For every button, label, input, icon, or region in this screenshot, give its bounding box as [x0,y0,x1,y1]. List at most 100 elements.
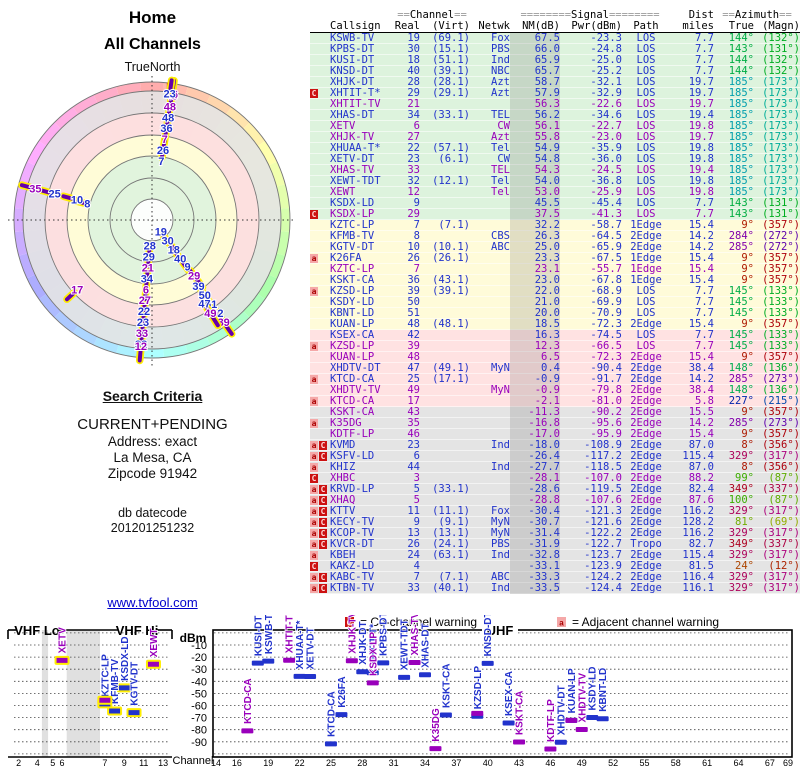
dbm-tick-label: -70 [191,713,207,725]
true-azimuth-cell: 185° [728,77,754,88]
distance-cell: 7.7 [695,286,714,297]
station-label: K26FA [337,676,348,707]
magnetic-azimuth-cell: (132°) [762,55,800,66]
real-channel-cell: 35 [407,418,420,429]
virtual-channel-cell [420,231,470,242]
station-label: KSKT-CA [515,691,526,735]
magnetic-azimuth-cell: (317°) [762,572,800,583]
true-azimuth-cell: 8° [741,440,754,451]
uhf-tick-label: 40 [483,758,493,768]
nm-cell: -32.8 [510,550,560,561]
true-azimuth-cell: 9° [741,220,754,231]
real-channel-cell: 3 [413,473,420,484]
nm-cell: 20.0 [510,308,560,319]
uhf-tick-label: 19 [263,758,273,768]
path-cell: LOS [636,55,656,66]
virtual-channel-cell [420,165,470,176]
distance-cell: 19.7 [688,132,714,143]
warn-cell: a [310,374,330,385]
station-label: K35DG [431,708,442,742]
magnetic-azimuth-cell: (69°) [768,517,800,528]
path-cell: 2Edge [630,517,662,528]
real-channel-cell: 25 [407,374,420,385]
magnetic-azimuth-cell: (173°) [762,165,800,176]
adjacent-warning-badge: a [310,452,318,461]
virtual-channel-cell: (12.1) [432,176,470,187]
callsign-cell: KTCD-CA [330,396,375,407]
virtual-channel-cell [420,407,470,418]
real-channel-cell: 24 [407,550,420,561]
group-dist: Dist [688,9,714,21]
station-label: XHJK-TV [347,615,358,654]
uhf-tick-label: 52 [608,758,618,768]
table-row: KFMB-TV 8 CBS 26.3 -64.5 2Edge 14.2 284° (272°) [310,231,800,242]
signal-bar [107,706,123,716]
distance-cell: 14.2 [688,418,714,429]
table-row: XHJK-DT 28 (28.1) Azt 58.7 -32.1 LOS 19.7 185° (1… [310,77,800,88]
network-cell: Ind [491,55,510,66]
true-azimuth-cell: 329° [728,506,754,517]
distance-cell: 19.7 [688,88,714,99]
nm-cell: -16.8 [510,418,560,429]
callsign-cell: XHJK-TV [330,132,375,143]
station-label: XHAS-TV [410,615,421,656]
callsign-cell: KBEH [330,550,356,561]
signal-bar [575,726,588,732]
signal-bar [366,680,379,686]
distance-cell: 7.7 [695,330,714,341]
network-cell [470,561,510,572]
group-azimuth: ==Azimuth== [722,9,792,21]
warn-cell: aC [310,506,330,517]
power-cell: -122.7 [584,539,622,550]
network-cell: PBS [491,44,510,55]
callsign-cell: KSFV-LD [330,451,375,462]
nm-cell: 32.2 [510,220,560,231]
distance-cell: 7.7 [695,44,714,55]
path-cell: 2Edge [630,462,662,473]
uhf-tick-label: 22 [295,758,305,768]
tvfool-link[interactable]: www.tvfool.com [107,595,197,610]
distance-cell: 115.4 [682,451,714,462]
table-row: XEWT-TDT 32 (12.1) Tel 54.0 -36.8 LOS 19.8 185° (… [310,176,800,187]
table-row: KZTC-LP 7 23.1 -55.7 1Edge 15.4 9° (357°) [310,264,800,275]
real-channel-cell: 28 [407,77,420,88]
dbm-tick-label: -60 [191,701,207,713]
callsign-cell: XHAS-TV [330,165,375,176]
network-cell [470,319,510,330]
true-azimuth-cell: 329° [728,583,754,594]
table-row: a KHIZ 44 Ind -27.7 -118.5 2Edge 87.0 8° (356°) [310,462,800,473]
true-azimuth-cell: 145° [728,308,754,319]
path-cell: 2Edge [630,451,662,462]
magnetic-azimuth-cell: (272°) [762,242,800,253]
db-datecode-value: 201201251232 [110,521,195,535]
distance-cell: 7.7 [695,308,714,319]
uhf-tick-label: 67 [765,758,775,768]
adjacent-warning-badge: a [310,529,318,538]
tvfool-report-page: { "page": {"title1": "Home", "title2": "… [0,0,800,768]
true-azimuth-cell: 227° [728,396,754,407]
virtual-channel-cell: (51.1) [432,55,470,66]
warn-cell: aC [310,539,330,550]
distance-cell: 88.2 [688,473,714,484]
power-cell: -67.5 [590,253,622,264]
dbm-tick-label: -10 [191,640,207,652]
true-azimuth-cell: 8° [741,462,754,473]
distance-cell: 81.5 [688,561,714,572]
col-nm: NM(dB) [522,21,560,32]
power-cell: -68.9 [590,286,622,297]
distance-cell: 14.2 [688,242,714,253]
magnetic-azimuth-cell: (317°) [762,506,800,517]
path-cell: Tropo [630,539,662,550]
warn-cell [310,220,330,231]
network-cell [470,286,510,297]
true-azimuth-cell: 143° [728,44,754,55]
distance-cell: 15.4 [688,352,714,363]
path-cell: LOS [636,154,656,165]
path-cell: LOS [636,143,656,154]
callsign-cell: KFMB-TV [330,231,375,242]
nm-cell: -0.9 [510,385,560,396]
table-row: a KTCD-CA 25 (17.1) -0.9 -91.7 2Edge 14.2 285° (2… [310,374,800,385]
distance-cell: 7.7 [695,198,714,209]
callsign-cell: KECY-TV [330,517,375,528]
magnetic-azimuth-cell: (173°) [762,154,800,165]
